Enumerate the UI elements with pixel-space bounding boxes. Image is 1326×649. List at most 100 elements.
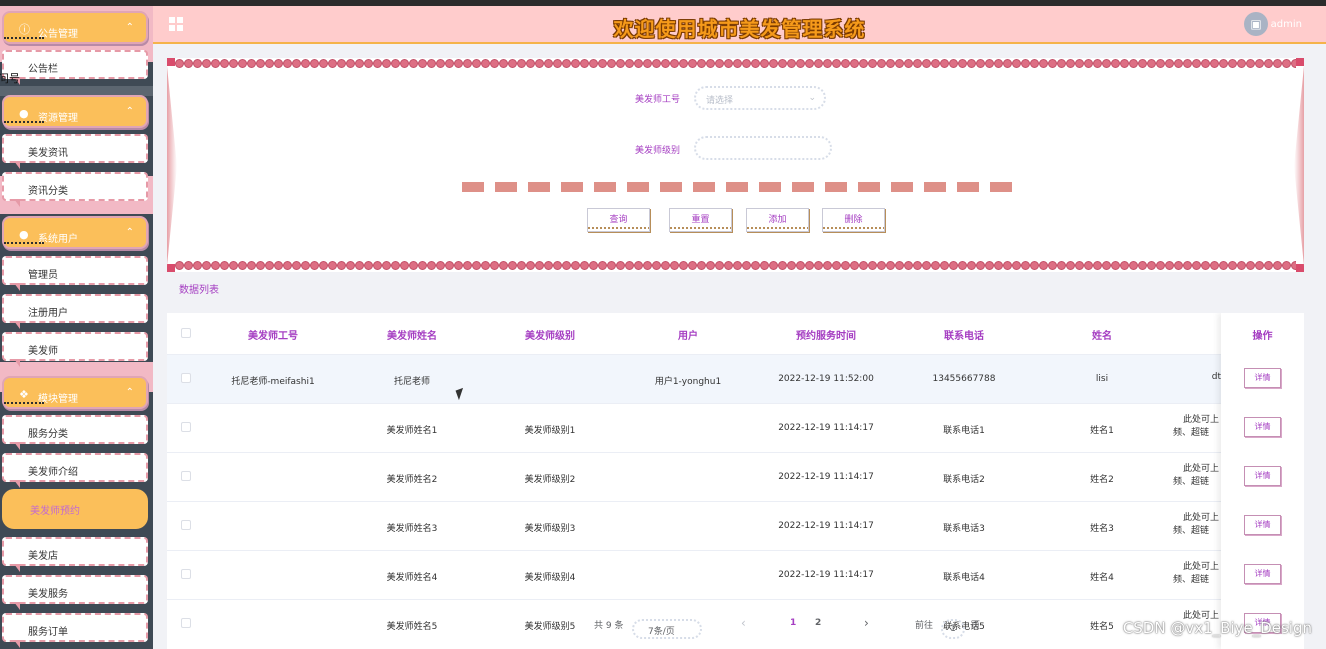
page-2-button[interactable]: 2 <box>815 618 821 628</box>
table-header: 美发师工号 美发师姓名 美发师级别 用户 预约服务时间 联系电话 姓名 <box>167 313 1304 354</box>
sidebar-item-notice-board[interactable]: 公告栏 <box>2 50 148 85</box>
sidebar-item-hair-service[interactable]: 美发服务 <box>2 575 148 610</box>
column-header[interactable]: 美发师级别 <box>500 327 600 342</box>
row-checkbox[interactable] <box>181 520 191 530</box>
bead-decoration <box>553 261 562 270</box>
detail-button[interactable]: 详情 <box>1244 417 1281 437</box>
row-checkbox[interactable] <box>181 618 191 628</box>
bead-decoration <box>220 261 229 270</box>
bead-decoration <box>310 261 319 270</box>
bead-decoration <box>274 261 283 270</box>
stylist-id-select[interactable]: 请选择 ⌄ <box>694 86 826 110</box>
bead-decoration <box>1057 59 1066 68</box>
page-size-select[interactable]: 7条/页 <box>632 619 702 639</box>
table-cell-level: 美发师级别4 <box>524 573 576 583</box>
column-header[interactable]: 美发师工号 <box>223 327 323 342</box>
bead-decoration <box>634 59 643 68</box>
table-row[interactable]: 托尼老师-meifashi1 托尼老师 用户1-yonghu1 2022-12-19 … <box>167 354 1304 403</box>
table-cell-realname: lisi <box>1095 374 1109 384</box>
bead-decoration <box>508 261 517 270</box>
sidebar-item-news-category[interactable]: 资讯分类 <box>2 172 148 207</box>
bead-decoration <box>706 261 715 270</box>
sidebar-item-label: 服务订单 <box>28 627 68 638</box>
next-page-button[interactable]: › <box>864 616 869 630</box>
bead-decoration <box>949 59 958 68</box>
dash-decoration <box>627 182 649 192</box>
bead-decoration <box>985 261 994 270</box>
bead-decoration <box>310 59 319 68</box>
page-1-button[interactable]: 1 <box>790 618 796 628</box>
avatar[interactable]: ▣ <box>1244 12 1268 36</box>
bead-decoration <box>1264 261 1273 270</box>
sidebar-item-stylist-intro[interactable]: 美发师介绍 <box>2 453 148 488</box>
chevron-up-icon: ⌃ <box>125 22 134 33</box>
sidebar-item-stylist[interactable]: 美发师 <box>2 332 148 367</box>
table-row[interactable]: 美发师姓名3 美发师级别3 2022-12-19 11:14:17 联系电话3 姓名3 此… <box>167 501 1304 550</box>
reset-button[interactable]: 重置 <box>669 208 732 232</box>
bead-decoration <box>751 261 760 270</box>
bead-decoration <box>760 261 769 270</box>
bead-decoration <box>256 59 265 68</box>
table-cell-user: 用户1-yonghu1 <box>654 377 722 387</box>
stylist-level-input[interactable] <box>694 136 832 160</box>
prev-page-button[interactable]: ‹ <box>741 616 746 630</box>
panel-corner <box>167 58 175 66</box>
column-header[interactable]: 预约服务时间 <box>776 327 876 342</box>
speech-tail <box>14 321 20 329</box>
bead-decoration <box>679 261 688 270</box>
row-checkbox[interactable] <box>181 569 191 579</box>
table-row[interactable]: 美发师姓名1 美发师级别1 2022-12-19 11:14:17 联系电话1 姓名1 此… <box>167 403 1304 452</box>
sidebar-item-admin[interactable]: 管理员 <box>2 256 148 291</box>
detail-button[interactable]: 详情 <box>1244 368 1281 388</box>
delete-button[interactable]: 删除 <box>822 208 885 232</box>
sidebar-group-notice[interactable]: ⓘ 公告管理 ⌃ <box>2 11 148 44</box>
sidebar-group-resources[interactable]: ● 资源管理 ⌃ <box>2 95 148 128</box>
detail-button[interactable]: 详情 <box>1244 515 1281 535</box>
bead-decoration <box>193 261 202 270</box>
bead-decoration <box>490 59 499 68</box>
detail-button[interactable]: 详情 <box>1244 466 1281 486</box>
row-checkbox[interactable] <box>181 422 191 432</box>
bead-decoration <box>373 261 382 270</box>
bead-decoration <box>391 59 400 68</box>
bead-decoration <box>1012 59 1021 68</box>
sidebar-group-system-users[interactable]: ● 系统用户 ⌃ <box>2 216 148 249</box>
sidebar-item-salon[interactable]: 美发店 <box>2 537 148 572</box>
dash-decoration <box>561 182 583 192</box>
column-header[interactable]: 美发师姓名 <box>362 327 462 342</box>
bead-decoration <box>535 261 544 270</box>
sidebar-group-modules[interactable]: ❖ 模块管理 ⌃ <box>2 376 148 409</box>
bead-decoration <box>823 59 832 68</box>
query-button[interactable]: 查询 <box>587 208 650 232</box>
bead-decoration <box>949 261 958 270</box>
bead-decoration <box>940 261 949 270</box>
add-button[interactable]: 添加 <box>746 208 809 232</box>
column-header[interactable]: 用户 <box>638 327 738 342</box>
bead-decoration <box>337 59 346 68</box>
bead-decoration <box>391 261 400 270</box>
chevron-up-icon: ⌃ <box>125 227 134 238</box>
sidebar-item-stylist-booking[interactable]: 美发师预约 <box>2 489 148 529</box>
select-all-checkbox[interactable] <box>181 328 191 338</box>
row-checkbox[interactable] <box>181 471 191 481</box>
sidebar-item-registered-users[interactable]: 注册用户 <box>2 294 148 329</box>
table-cell-level: 美发师级别1 <box>524 426 576 436</box>
bead-decoration <box>1219 59 1228 68</box>
table-row[interactable]: 美发师姓名2 美发师级别2 2022-12-19 11:14:17 联系电话2 姓名2 此… <box>167 452 1304 501</box>
username[interactable]: admin <box>1271 19 1302 30</box>
description-line: 此处可上 <box>1183 562 1220 572</box>
wavy-decoration <box>4 398 44 404</box>
bead-decoration <box>886 59 895 68</box>
row-checkbox[interactable] <box>181 373 191 383</box>
detail-button[interactable]: 详情 <box>1244 564 1281 584</box>
bead-decoration <box>319 59 328 68</box>
goto-page-input[interactable]: 1 <box>941 619 965 639</box>
column-header[interactable]: 姓名 <box>1052 327 1152 342</box>
sidebar-item-service-category[interactable]: 服务分类 <box>2 415 148 450</box>
column-header[interactable]: 联系电话 <box>914 327 1014 342</box>
sidebar-item-service-orders[interactable]: 服务订单 <box>2 613 148 648</box>
sidebar-item-label: 美发服务 <box>28 589 68 600</box>
bead-decoration <box>598 261 607 270</box>
sidebar-item-hair-news[interactable]: 美发资讯 <box>2 134 148 169</box>
table-row[interactable]: 美发师姓名4 美发师级别4 2022-12-19 11:14:17 联系电话4 姓名4 此… <box>167 550 1304 599</box>
